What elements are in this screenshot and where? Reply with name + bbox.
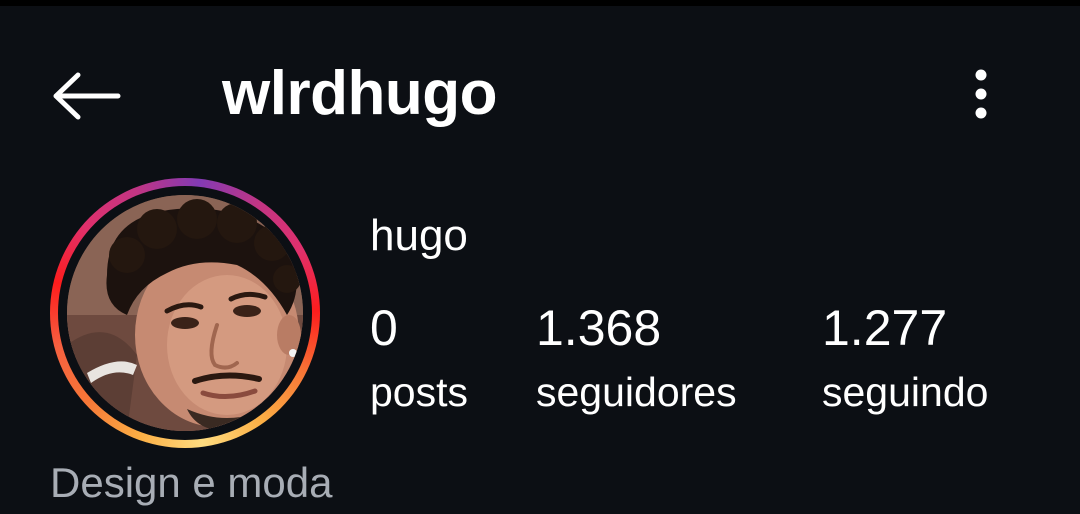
story-ring[interactable] — [50, 178, 320, 448]
avatar-photo — [67, 195, 303, 431]
posts-stat[interactable]: 0 posts — [370, 298, 468, 420]
more-vertical-icon — [975, 69, 987, 119]
profile-category: Design e moda — [50, 459, 333, 506]
status-bar-edge — [0, 0, 1080, 6]
avatar[interactable] — [67, 195, 303, 431]
more-options-button[interactable] — [950, 54, 1012, 134]
posts-count: 0 — [370, 300, 398, 356]
followers-count: 1.368 — [536, 300, 662, 356]
following-count: 1.277 — [822, 300, 948, 356]
profile-username: wlrdhugo — [222, 59, 497, 128]
back-button[interactable] — [40, 56, 132, 136]
followers-label: seguidores — [536, 369, 737, 415]
posts-label: posts — [370, 369, 468, 415]
following-stat[interactable]: 1.277 seguindo — [822, 298, 988, 420]
following-label: seguindo — [822, 369, 989, 415]
profile-header: wlrdhugo — [0, 40, 1080, 150]
arrow-left-icon — [53, 72, 121, 120]
display-name: hugo — [370, 211, 468, 260]
followers-stat[interactable]: 1.368 seguidores — [536, 298, 737, 420]
